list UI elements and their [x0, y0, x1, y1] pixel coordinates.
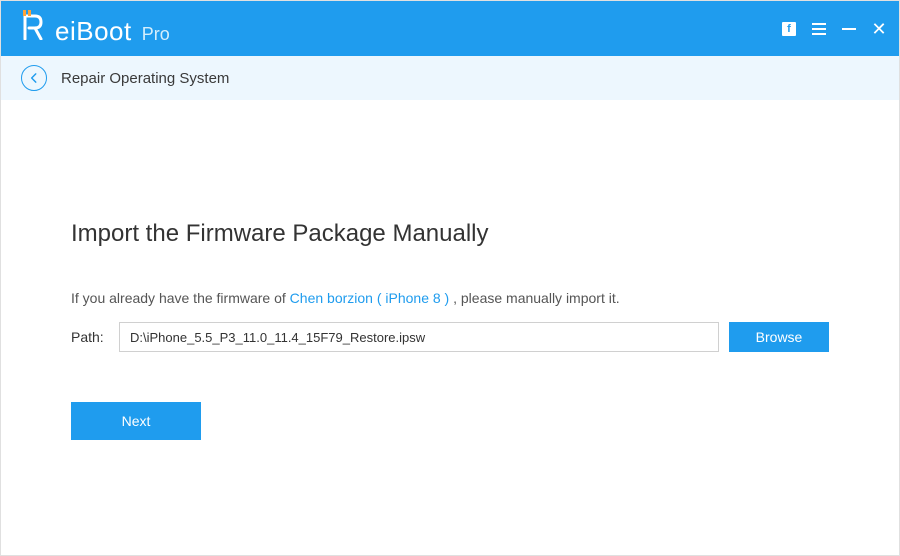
logo-suffix: Pro — [142, 24, 170, 45]
instruction-text: If you already have the firmware of Chen… — [71, 290, 829, 306]
device-link[interactable]: Chen borzion ( iPhone 8 ) — [290, 290, 450, 306]
subheader-title: Repair Operating System — [61, 70, 229, 87]
instruction-before: If you already have the firmware of — [71, 290, 290, 306]
instruction-after: , please manually import it. — [449, 290, 619, 306]
facebook-icon[interactable]: f — [781, 21, 797, 37]
close-icon[interactable]: ✕ — [871, 21, 887, 37]
logo-r-icon — [21, 10, 45, 40]
path-label: Path: — [71, 329, 109, 345]
titlebar-actions: f ✕ — [781, 21, 887, 37]
path-input[interactable] — [119, 322, 719, 352]
page-title: Import the Firmware Package Manually — [71, 220, 829, 248]
minimize-icon[interactable] — [841, 21, 857, 37]
subheader: Repair Operating System — [1, 56, 899, 100]
browse-button[interactable]: Browse — [729, 322, 829, 352]
logo: eiBoot Pro — [21, 10, 170, 47]
back-button[interactable] — [21, 65, 47, 91]
logo-text: eiBoot — [55, 16, 132, 47]
next-button[interactable]: Next — [71, 402, 201, 440]
app-window: eiBoot Pro f ✕ Repair Operating System I… — [0, 0, 900, 556]
path-row: Path: Browse — [71, 322, 829, 352]
titlebar: eiBoot Pro f ✕ — [1, 1, 899, 56]
main-content: Import the Firmware Package Manually If … — [1, 100, 899, 555]
menu-icon[interactable] — [811, 21, 827, 37]
